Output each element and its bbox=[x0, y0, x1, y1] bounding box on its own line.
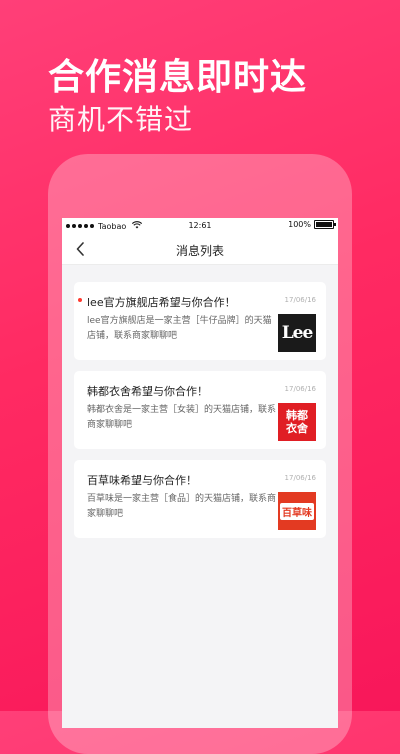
promo-title: 合作消息即时达 bbox=[48, 57, 308, 98]
message-title: 韩都衣舍希望与你合作！ bbox=[87, 385, 208, 398]
handu-logo-icon: 韩都 衣舍 bbox=[278, 403, 316, 441]
battery-percent: 100% bbox=[288, 220, 311, 229]
logo-text-line2: 衣舍 bbox=[286, 422, 308, 435]
battery-status: 100% bbox=[288, 220, 336, 229]
lee-logo-icon: Lee bbox=[278, 314, 316, 352]
logo-text-line1: 韩都 bbox=[286, 409, 308, 422]
logo-text: 百草味 bbox=[280, 502, 314, 520]
message-date: 17/06/16 bbox=[284, 385, 316, 393]
promo-subtitle: 商机不错过 bbox=[48, 103, 194, 136]
nav-bar: 消息列表 bbox=[62, 234, 338, 265]
message-card-handu[interactable]: 韩都衣舍希望与你合作！ 17/06/16 韩都衣舍是一家主营［女装］的天猫店铺，… bbox=[74, 371, 326, 449]
message-card-baicaowei[interactable]: 百草味希望与你合作！ 17/06/16 百草味是一家主营［食品］的天猫店铺，联系… bbox=[74, 460, 326, 538]
message-body: 百草味是一家主营［食品］的天猫店铺，联系商家聊聊吧 bbox=[87, 494, 277, 519]
message-card-lee[interactable]: lee官方旗舰店希望与你合作！ 17/06/16 lee官方旗舰店是一家主营［牛… bbox=[74, 282, 326, 360]
baicaowei-logo-icon: 百草味 bbox=[278, 492, 316, 530]
logo-text: Lee bbox=[281, 323, 314, 343]
message-body: lee官方旗舰店是一家主营［牛仔品牌］的天猫店铺，联系商家聊聊吧 bbox=[87, 316, 272, 341]
status-bar: Taobao 12:61 100% bbox=[62, 218, 338, 234]
message-body: 韩都衣舍是一家主营［女装］的天猫店铺，联系商家聊聊吧 bbox=[87, 405, 277, 430]
message-date: 17/06/16 bbox=[284, 474, 316, 482]
message-title: lee官方旗舰店希望与你合作！ bbox=[87, 296, 236, 309]
page-title: 消息列表 bbox=[175, 244, 224, 258]
message-title: 百草味希望与你合作！ bbox=[87, 474, 197, 487]
phone-screen: Taobao 12:61 100% 消息列表 lee官方旗舰店希望与你合作！ 1… bbox=[62, 218, 338, 728]
message-date: 17/06/16 bbox=[284, 296, 316, 304]
unread-dot-icon bbox=[78, 298, 82, 302]
battery-icon bbox=[314, 220, 336, 229]
